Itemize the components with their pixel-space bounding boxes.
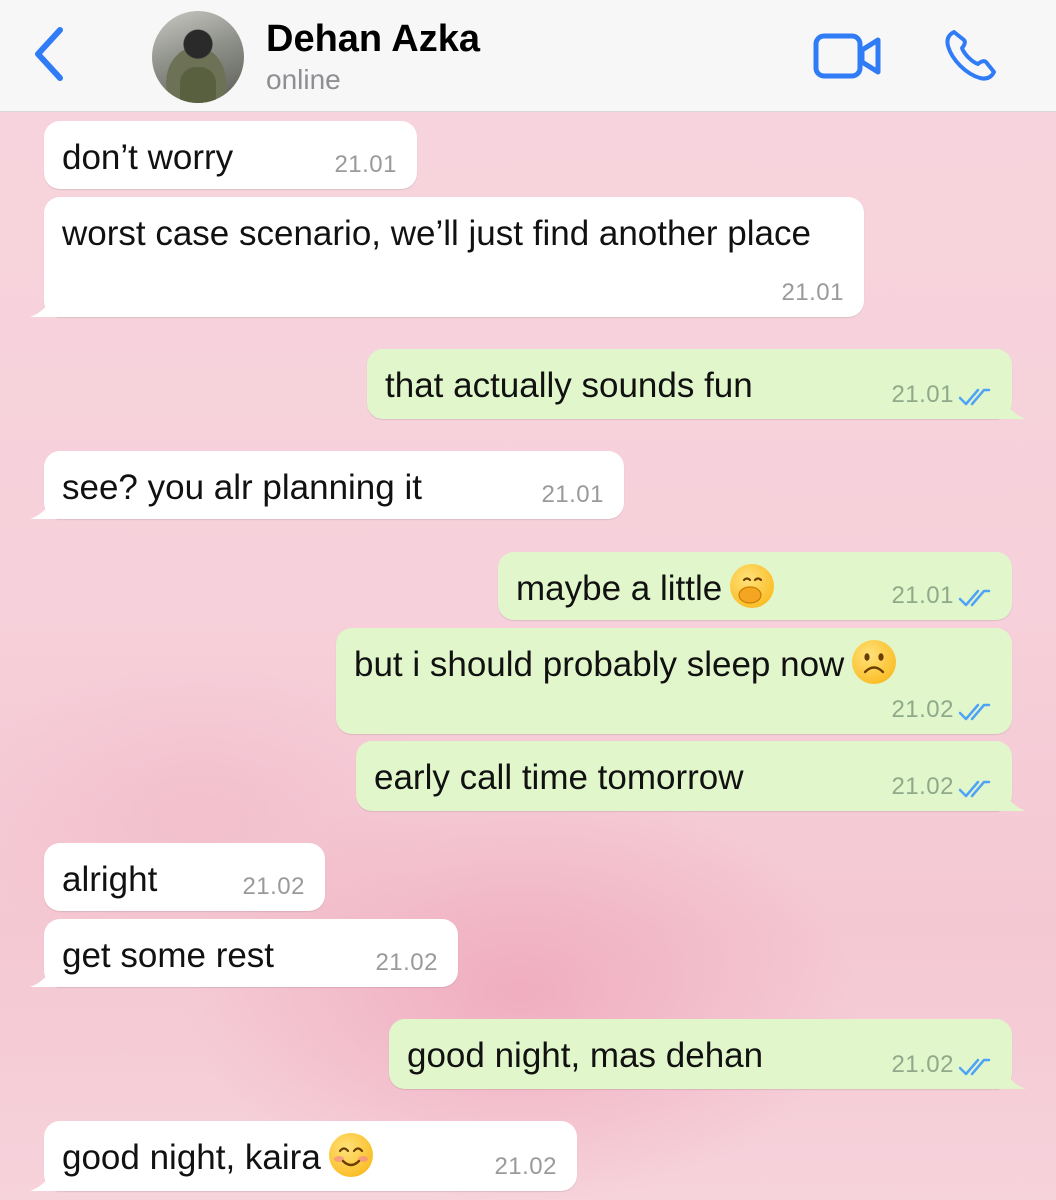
message-time: 21.01 [541, 481, 604, 508]
incoming-message[interactable]: get some rest 21.02 [30, 919, 458, 987]
chevron-left-icon[interactable] [28, 24, 72, 84]
message-time: 21.02 [242, 873, 305, 900]
outgoing-message[interactable]: good night, mas dehan 21.02 [389, 1019, 1026, 1089]
double-check-icon [958, 780, 991, 798]
message-text-content: maybe a little [516, 569, 723, 608]
incoming-message[interactable]: see? you alr planning it 21.01 [30, 451, 624, 519]
message-text: don’t worry [62, 138, 234, 177]
message-text: alright [62, 860, 158, 899]
outgoing-message[interactable]: maybe a little 21.01 [498, 552, 1012, 620]
message-time: 21.01 [891, 381, 954, 408]
double-check-icon [958, 589, 991, 607]
contact-name[interactable]: Dehan Azka [266, 18, 480, 61]
chat-header: Dehan Azka online [0, 0, 1056, 112]
incoming-message[interactable]: good night, kaira 21.02 [30, 1121, 577, 1191]
message-text-content: but i should probably sleep now [354, 645, 845, 684]
message-text: worst case scenario, we’ll just find ano… [62, 214, 811, 253]
message-time: 21.02 [891, 773, 954, 800]
message-text: that actually sounds fun [385, 366, 753, 405]
message-time: 21.02 [891, 696, 954, 723]
message-text-content: good night, kaira [62, 1138, 321, 1177]
message-time: 21.01 [334, 151, 397, 178]
message-time: 21.01 [891, 582, 954, 609]
face-with-hand-over-mouth-icon [730, 564, 775, 608]
contact-status: online [266, 64, 341, 95]
outgoing-message[interactable]: early call time tomorrow 21.02 [356, 741, 1026, 811]
bubble-tail [998, 393, 1026, 419]
phone-icon[interactable] [942, 26, 1000, 84]
bubble-tail [30, 493, 58, 519]
message-time: 21.01 [781, 279, 844, 306]
message-text: early call time tomorrow [374, 758, 744, 797]
message-text: good night, kaira [62, 1133, 373, 1183]
message-time: 21.02 [891, 1051, 954, 1078]
double-check-icon [958, 703, 991, 721]
incoming-message[interactable]: don’t worry 21.01 [44, 121, 417, 189]
bubble-tail [998, 785, 1026, 811]
bubble-tail [30, 291, 58, 317]
outgoing-message[interactable]: but i should probably sleep now 21.02 [336, 628, 1012, 734]
message-text: see? you alr planning it [62, 468, 422, 507]
bubble-tail [998, 1063, 1026, 1089]
video-camera-icon[interactable] [812, 30, 884, 82]
double-check-icon [958, 388, 991, 406]
message-time: 21.02 [375, 949, 438, 976]
frowning-face-icon [852, 640, 897, 684]
bubble-tail [30, 1165, 58, 1191]
bubble-tail [30, 961, 58, 987]
incoming-message[interactable]: worst case scenario, we’ll just find ano… [30, 197, 864, 317]
incoming-message[interactable]: alright 21.02 [44, 843, 325, 911]
double-check-icon [958, 1058, 991, 1076]
message-text: but i should probably sleep now [354, 640, 897, 690]
smiling-face-with-smiling-eyes-icon [328, 1133, 373, 1177]
outgoing-message[interactable]: that actually sounds fun 21.01 [367, 349, 1026, 419]
avatar[interactable] [152, 11, 244, 103]
message-text: maybe a little [516, 564, 775, 614]
message-text: good night, mas dehan [407, 1036, 764, 1075]
message-time: 21.02 [494, 1153, 557, 1180]
message-text: get some rest [62, 936, 275, 975]
